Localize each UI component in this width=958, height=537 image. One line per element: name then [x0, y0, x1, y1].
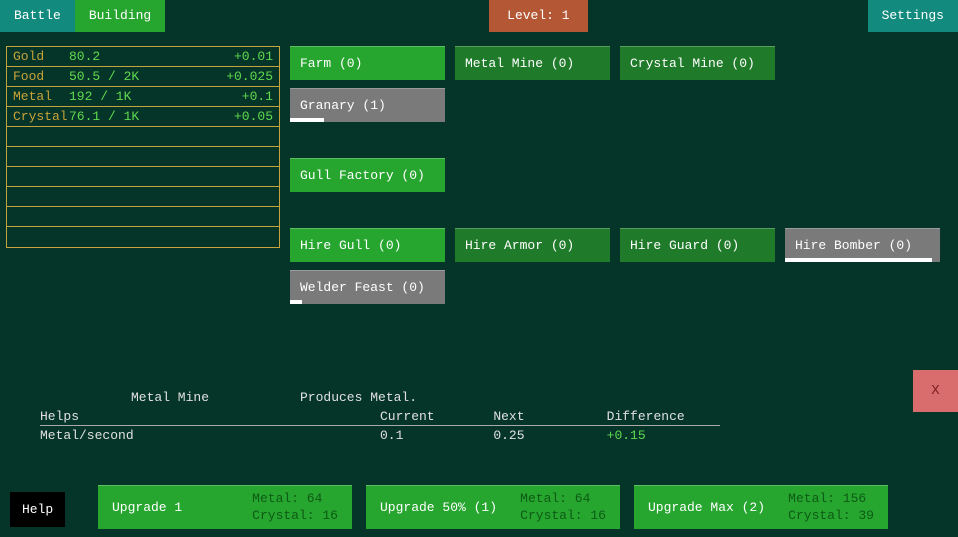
detail-current: 0.1 — [380, 428, 493, 443]
resource-rate: +0.025 — [226, 69, 273, 84]
upgrade-bar: Upgrade 1 Metal: 64 Crystal: 16 Upgrade … — [98, 485, 888, 529]
building-metal-mine[interactable]: Metal Mine (0) — [455, 46, 610, 80]
resource-name: Food — [13, 69, 69, 84]
building-granary[interactable]: Granary (1) — [290, 88, 445, 122]
resource-name: Gold — [13, 49, 69, 64]
resource-row — [7, 147, 279, 167]
resource-value: 192 / 1K — [69, 89, 242, 104]
tab-building[interactable]: Building — [75, 0, 165, 32]
upgrade-cost: Metal: 156 Crystal: 39 — [788, 491, 874, 525]
building-label: Granary (1) — [300, 98, 386, 113]
resource-row: Gold 80.2 +0.01 — [7, 47, 279, 67]
resource-value: 76.1 / 1K — [69, 109, 234, 124]
resource-row: Food 50.5 / 2K +0.025 — [7, 67, 279, 87]
close-button[interactable]: X — [913, 370, 958, 412]
building-label: Hire Bomber (0) — [795, 238, 912, 253]
resource-row — [7, 207, 279, 227]
building-hire-armor[interactable]: Hire Armor (0) — [455, 228, 610, 262]
upgrade-label: Upgrade 1 — [112, 500, 252, 515]
building-farm[interactable]: Farm (0) — [290, 46, 445, 80]
upgrade-1[interactable]: Upgrade 1 Metal: 64 Crystal: 16 — [98, 485, 352, 529]
upgrade-label: Upgrade 50% (1) — [380, 500, 520, 515]
detail-next: 0.25 — [493, 428, 606, 443]
building-welder-feast[interactable]: Welder Feast (0) — [290, 270, 445, 304]
resource-row: Crystal 76.1 / 1K +0.05 — [7, 107, 279, 127]
level-badge: Level: 1 — [489, 0, 587, 32]
resource-panel: Gold 80.2 +0.01 Food 50.5 / 2K +0.025 Me… — [6, 46, 280, 248]
upgrade-50[interactable]: Upgrade 50% (1) Metal: 64 Crystal: 16 — [366, 485, 620, 529]
detail-col-current: Current — [380, 409, 493, 424]
building-hire-guard[interactable]: Hire Guard (0) — [620, 228, 775, 262]
building-gull-factory[interactable]: Gull Factory (0) — [290, 158, 445, 192]
resource-row: Metal 192 / 1K +0.1 — [7, 87, 279, 107]
resource-rate: +0.1 — [242, 89, 273, 104]
resource-row — [7, 127, 279, 147]
tab-battle[interactable]: Battle — [0, 0, 75, 32]
settings-button[interactable]: Settings — [868, 0, 958, 32]
detail-diff: +0.15 — [607, 428, 720, 443]
resource-rate: +0.05 — [234, 109, 273, 124]
upgrade-cost: Metal: 64 Crystal: 16 — [252, 491, 338, 525]
building-crystal-mine[interactable]: Crystal Mine (0) — [620, 46, 775, 80]
resource-name: Crystal — [13, 109, 69, 124]
building-grid: Farm (0) Metal Mine (0) Crystal Mine (0)… — [290, 46, 950, 312]
building-label: Welder Feast (0) — [300, 280, 425, 295]
resource-row — [7, 187, 279, 207]
resource-value: 50.5 / 2K — [69, 69, 226, 84]
upgrade-max[interactable]: Upgrade Max (2) Metal: 156 Crystal: 39 — [634, 485, 888, 529]
resource-name: Metal — [13, 89, 69, 104]
resource-rate: +0.01 — [234, 49, 273, 64]
building-hire-gull[interactable]: Hire Gull (0) — [290, 228, 445, 262]
upgrade-label: Upgrade Max (2) — [648, 500, 788, 515]
detail-name: Metal Mine — [40, 390, 300, 405]
upgrade-cost: Metal: 64 Crystal: 16 — [520, 491, 606, 525]
resource-row — [7, 227, 279, 247]
detail-col-next: Next — [493, 409, 606, 424]
detail-desc: Produces Metal. — [300, 390, 417, 405]
detail-col-diff: Difference — [607, 409, 720, 424]
detail-panel: Metal Mine Produces Metal. Helps Current… — [40, 390, 910, 443]
detail-row-name: Metal/second — [40, 428, 380, 443]
building-hire-bomber[interactable]: Hire Bomber (0) — [785, 228, 940, 262]
resource-row — [7, 167, 279, 187]
resource-value: 80.2 — [69, 49, 234, 64]
detail-col-helps: Helps — [40, 409, 380, 424]
help-button[interactable]: Help — [10, 492, 65, 527]
